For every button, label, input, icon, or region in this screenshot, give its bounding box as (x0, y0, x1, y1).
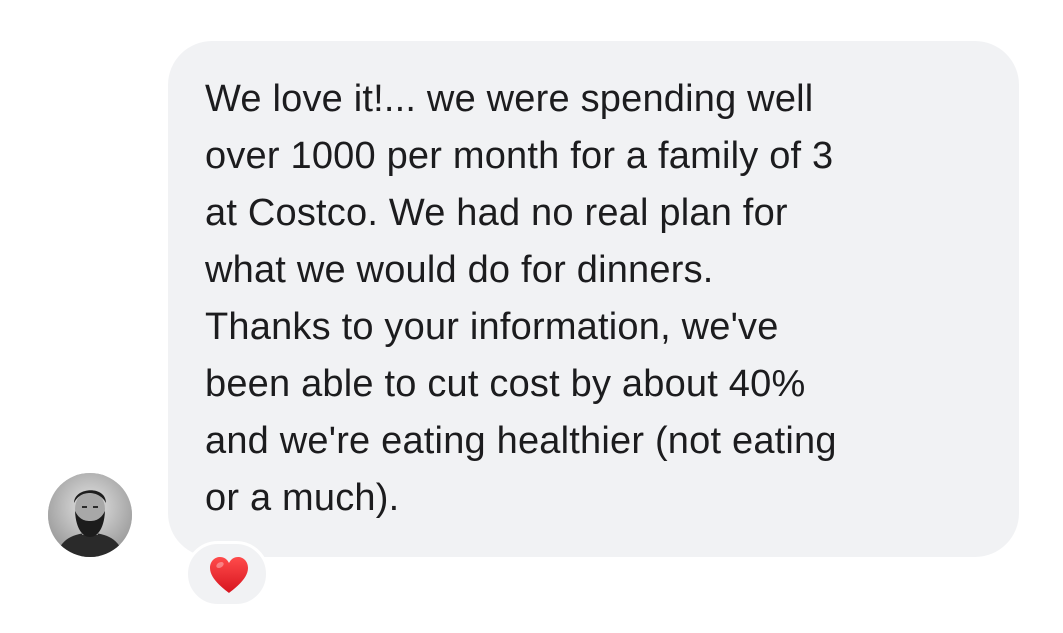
message-line: what we would do for dinners. (205, 249, 714, 291)
message-bubble[interactable]: We love it!... we were spending well over… (168, 41, 1019, 557)
person-avatar-icon (48, 473, 132, 557)
message-line: or a much). (205, 477, 400, 519)
reaction-badge[interactable] (185, 541, 269, 607)
message-text: We love it!... we were spending well over… (205, 71, 837, 527)
message-line: Thanks to your information, we've (205, 306, 779, 348)
message-line: at Costco. We had no real plan for (205, 192, 788, 234)
red-heart-icon (210, 557, 248, 593)
message-line: We love it!... we were spending well (205, 78, 814, 120)
message-line: over 1000 per month for a family of 3 (205, 135, 834, 177)
sender-avatar[interactable] (48, 473, 132, 557)
message-line: and we're eating healthier (not eating (205, 420, 837, 462)
message-line: been able to cut cost by about 40% (205, 363, 806, 405)
